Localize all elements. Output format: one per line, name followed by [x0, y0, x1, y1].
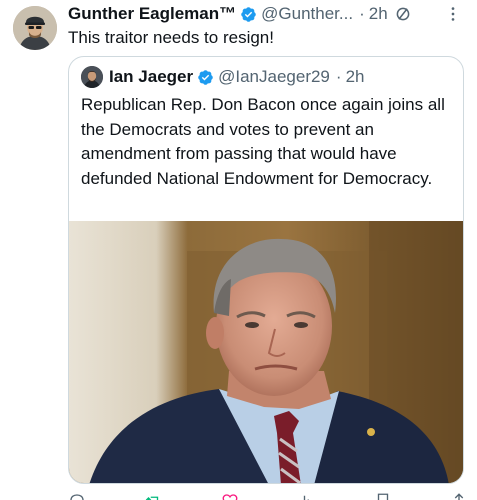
- quoted-tweet-text: Republican Rep. Don Bacon once again joi…: [81, 95, 445, 188]
- slash-circle-icon: [396, 7, 410, 21]
- author-name[interactable]: Gunther Eagleman™: [68, 4, 236, 24]
- author-avatar[interactable]: [13, 6, 57, 50]
- reply-icon[interactable]: [68, 492, 86, 500]
- bookmark-icon[interactable]: [374, 492, 392, 500]
- quoted-tweet-header: Ian Jaeger @IanJaeger29 · 2h: [81, 66, 364, 88]
- author-handle[interactable]: @Gunther...: [261, 4, 353, 24]
- more-options-icon[interactable]: [443, 4, 463, 24]
- tweet-text: This traitor needs to resign!: [68, 28, 274, 47]
- tweet[interactable]: Gunther Eagleman™ @Gunther... · 2h This …: [0, 0, 477, 500]
- like-icon[interactable]: [221, 492, 239, 500]
- tweet-time[interactable]: 2h: [369, 4, 388, 24]
- quoted-author-name: Ian Jaeger: [109, 67, 194, 86]
- share-icon[interactable]: [450, 492, 468, 500]
- quoted-author-avatar: [81, 66, 103, 88]
- quoted-tweet[interactable]: Ian Jaeger @IanJaeger29 · 2h Republican …: [68, 56, 464, 484]
- views-icon[interactable]: [297, 492, 315, 500]
- time-separator: ·: [359, 4, 365, 23]
- quoted-tweet-photo[interactable]: [69, 221, 463, 483]
- quoted-time-separator: ·: [335, 67, 342, 86]
- quoted-tweet-time: 2h: [345, 67, 365, 86]
- verified-badge-icon: [241, 6, 256, 22]
- tweet-header: Gunther Eagleman™ @Gunther... · 2h: [68, 3, 461, 25]
- verified-badge-icon: [198, 69, 213, 85]
- quoted-author-handle: @IanJaeger29: [218, 67, 330, 86]
- action-bar: [68, 492, 468, 500]
- repost-icon[interactable]: [144, 492, 162, 500]
